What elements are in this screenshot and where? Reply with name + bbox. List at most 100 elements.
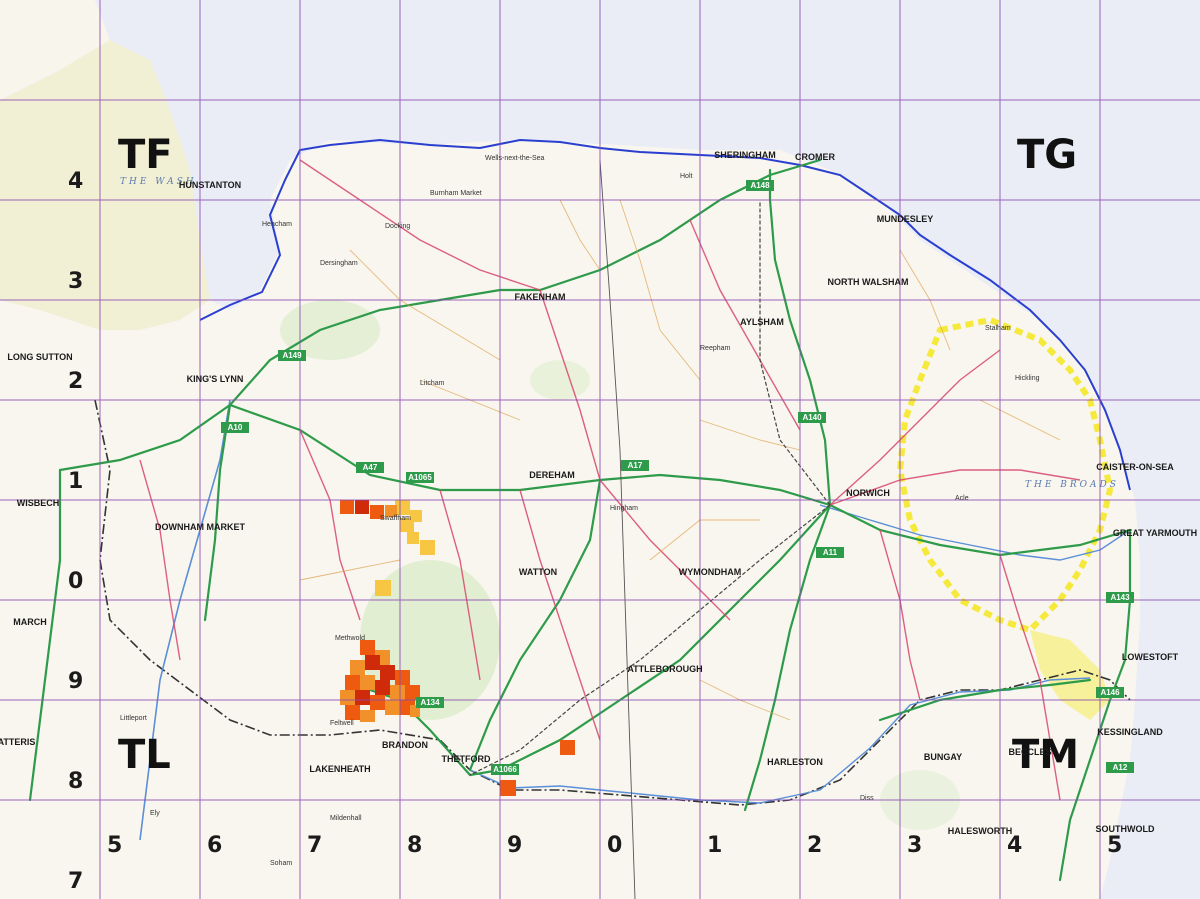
easting-label: 5 — [107, 833, 122, 858]
road-number-badge: A146 — [1096, 687, 1124, 698]
easting-label: 7 — [307, 833, 322, 858]
town-label: THETFORD — [442, 754, 491, 764]
northing-label: 0 — [68, 569, 83, 594]
road-number-badge: A140 — [798, 412, 826, 423]
easting-label: 4 — [1007, 833, 1022, 858]
road-badge-text: A134 — [420, 698, 440, 707]
place-label: Heacham — [262, 221, 292, 228]
easting-label: 8 — [407, 833, 422, 858]
town-label: HALESWORTH — [948, 826, 1013, 836]
road-number-badge: A11 — [816, 547, 844, 558]
town-label: GREAT YARMOUTH — [1113, 528, 1197, 538]
road-number-badge: A1065 — [406, 472, 434, 483]
road-badge-text: A146 — [1100, 688, 1120, 697]
easting-label: 1 — [707, 833, 722, 858]
road-badge-text: A1066 — [493, 765, 517, 774]
square-label-tl: TL — [118, 732, 171, 778]
place-label: Littleport — [120, 715, 147, 722]
town-label: DOWNHAM MARKET — [155, 522, 245, 532]
os-map-north-norfolk[interactable]: TF TG TL TM 56789012345 43210987 THE WAS… — [0, 0, 1200, 899]
town-label: CROMER — [795, 152, 835, 162]
town-label: ATTLEBOROUGH — [627, 664, 702, 674]
northing-label: 9 — [68, 669, 83, 694]
town-label: SOUTHWOLD — [1096, 824, 1155, 834]
area-label-the-broads: THE BROADS — [1025, 480, 1119, 490]
road-number-badge: A12 — [1106, 762, 1134, 773]
road-number-badge: A17 — [621, 460, 649, 471]
town-label: SHERINGHAM — [714, 150, 776, 160]
town-label: HUNSTANTON — [179, 180, 241, 190]
town-label: LONG SUTTON — [7, 352, 72, 362]
road-number-badge: A134 — [416, 697, 444, 708]
road-number-badge: A148 — [746, 180, 774, 191]
road-badge-text: A148 — [750, 181, 770, 190]
place-label: Burnham Market — [430, 190, 482, 197]
place-label: Acle — [955, 495, 969, 502]
town-label: BRANDON — [382, 740, 428, 750]
easting-labels: 5 6 7 8 9 0 1 2 3 4 5 — [107, 833, 1122, 858]
northing-label: 8 — [68, 769, 83, 794]
easting-label: 0 — [607, 833, 622, 858]
town-label: BUNGAY — [924, 752, 962, 762]
place-label: Litcham — [420, 380, 445, 387]
road-badge-text: A17 — [628, 461, 643, 470]
grid-square-labels: TF TG TL TM — [118, 132, 1079, 778]
easting-label: 6 — [207, 833, 222, 858]
road-badge-text: A143 — [1110, 593, 1130, 602]
town-label: WISBECH — [17, 498, 60, 508]
road-badge-text: A11 — [823, 548, 838, 557]
square-label-tf: TF — [118, 132, 173, 178]
town-label: NORTH WALSHAM — [828, 277, 909, 287]
town-label: WATTON — [519, 567, 557, 577]
place-label: Ely — [150, 810, 160, 817]
town-label: WYMONDHAM — [679, 567, 742, 577]
place-label: Stalham — [985, 325, 1011, 332]
road-number-badge: A149 — [278, 350, 306, 361]
place-label: Soham — [270, 860, 292, 867]
road-badge-text: A47 — [363, 463, 378, 472]
town-label: AYLSHAM — [740, 317, 784, 327]
town-label: CHATTERIS — [0, 737, 35, 747]
road-number-badge: A1066 — [491, 764, 519, 775]
road-badge-text: A1065 — [408, 473, 432, 482]
place-label: Holt — [680, 173, 693, 180]
road-number-labels: A47 A148 A149 A140 A11 A1065 A134 A143 A146 A10 A1… — [221, 180, 1134, 775]
place-label: Docking — [385, 223, 410, 230]
square-label-tg: TG — [1017, 132, 1077, 178]
road-badge-text: A12 — [1113, 763, 1128, 772]
town-label: KING'S LYNN — [187, 374, 244, 384]
town-label: DEREHAM — [529, 470, 575, 480]
town-label: FAKENHAM — [515, 292, 566, 302]
place-label: Hickling — [1015, 375, 1040, 382]
place-labels: Docking Burnham Market Wells-next-the-Sea H… — [120, 155, 1040, 867]
town-label: MUNDESLEY — [877, 214, 934, 224]
road-badge-text: A149 — [282, 351, 302, 360]
town-label: LOWESTOFT — [1122, 652, 1179, 662]
northing-label: 4 — [68, 169, 83, 194]
label-layer: TF TG TL TM 56789012345 43210987 THE WAS… — [0, 132, 1197, 894]
town-label: NORWICH — [846, 488, 890, 498]
town-label: MARCH — [13, 617, 47, 627]
northing-label: 1 — [68, 469, 83, 494]
northing-label: 7 — [68, 869, 83, 894]
town-label: BECCLES — [1008, 747, 1051, 757]
northing-label: 2 — [68, 369, 83, 394]
easting-label: 5 — [1107, 833, 1122, 858]
road-number-badge: A10 — [221, 422, 249, 433]
town-label: HARLESTON — [767, 757, 823, 767]
road-badge-text: A10 — [228, 423, 243, 432]
northing-label: 3 — [68, 269, 83, 294]
place-label: Wells-next-the-Sea — [485, 155, 545, 162]
northing-labels: 43210987 — [68, 169, 83, 894]
easting-label: 2 — [807, 833, 822, 858]
place-label: Hingham — [610, 505, 638, 512]
town-label: KESSINGLAND — [1097, 727, 1163, 737]
town-label: LAKENHEATH — [309, 764, 370, 774]
place-label: Diss — [860, 795, 874, 802]
easting-label: 9 — [507, 833, 522, 858]
place-label: Methwold — [335, 635, 365, 642]
easting-label: 3 — [907, 833, 922, 858]
place-label: Swaffham — [380, 515, 411, 522]
place-label: Reepham — [700, 345, 731, 352]
road-number-badge: A47 — [356, 462, 384, 473]
